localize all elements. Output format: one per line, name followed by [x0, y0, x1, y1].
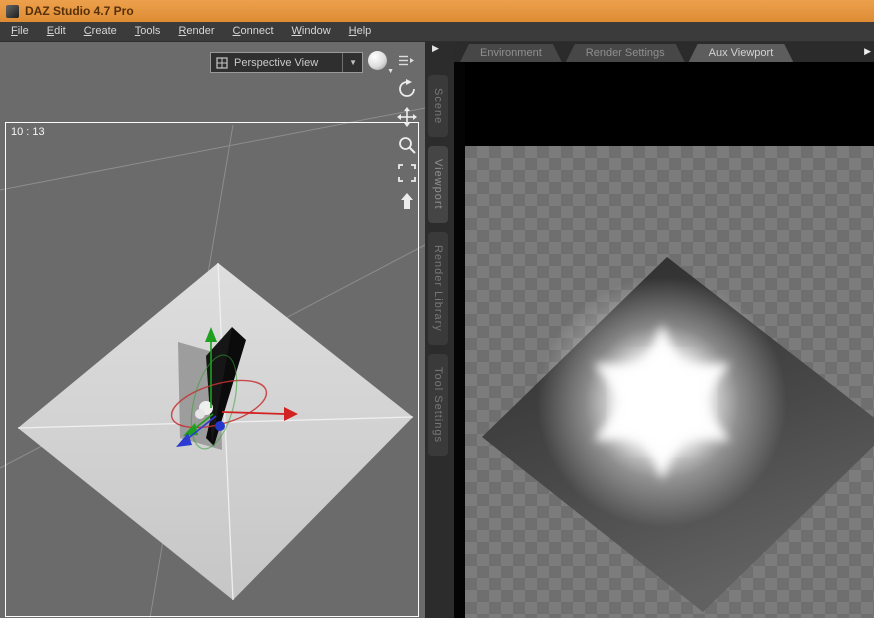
- aux-viewport-canvas[interactable]: [454, 62, 874, 618]
- side-tab-render-library[interactable]: Render Library: [428, 231, 448, 345]
- pan-icon: [397, 106, 417, 127]
- render-letterbox-left: [454, 62, 465, 618]
- menu-item-window[interactable]: Window: [283, 22, 340, 41]
- main-area: 10 : 13 Perspective View ▼ ▼ ▶ Scene Vie…: [0, 42, 874, 618]
- chevron-down-icon: ▼: [342, 53, 357, 72]
- menu-item-edit[interactable]: Edit: [38, 22, 75, 41]
- tab-render-settings[interactable]: Render Settings: [566, 44, 685, 62]
- grid-icon: [216, 56, 228, 69]
- menu-bar: File Edit Create Tools Render Connect Wi…: [0, 22, 874, 42]
- perspective-viewport-panel: 10 : 13 Perspective View ▼ ▼: [0, 42, 425, 618]
- zoom-icon: [399, 136, 416, 154]
- viewport-canvas[interactable]: [0, 42, 425, 618]
- draw-style-button[interactable]: ▼: [368, 50, 395, 75]
- app-window: DAZ Studio 4.7 Pro File Edit Create Tool…: [0, 0, 874, 618]
- frame-button[interactable]: [396, 162, 418, 183]
- menu-item-file[interactable]: File: [2, 22, 38, 41]
- window-title: DAZ Studio 4.7 Pro: [25, 4, 134, 18]
- side-tab-list: Scene Viewport Render Library Tool Setti…: [428, 75, 448, 456]
- pan-button[interactable]: [396, 106, 418, 127]
- viewport-tool-column: [396, 78, 418, 211]
- tab-overflow-arrow-icon[interactable]: ▶: [864, 46, 871, 57]
- menu-item-connect[interactable]: Connect: [224, 22, 283, 41]
- render-letterbox-top: [454, 62, 874, 146]
- collapse-arrow-icon[interactable]: ▶: [432, 43, 439, 54]
- right-dock-panel: Environment Render Settings Aux Viewport…: [454, 42, 874, 618]
- viewport-options-button[interactable]: [398, 54, 414, 72]
- camera-reset-icon: [401, 192, 413, 209]
- menu-item-tools[interactable]: Tools: [126, 22, 170, 41]
- side-tab-strip: ▶ Scene Viewport Render Library Tool Set…: [425, 42, 454, 618]
- menu-item-help[interactable]: Help: [340, 22, 381, 41]
- transparency-checkerboard: [465, 146, 874, 618]
- zoom-button[interactable]: [396, 134, 418, 155]
- shaded-sphere-icon: [368, 51, 387, 70]
- chevron-down-icon: ▼: [387, 68, 394, 75]
- app-icon: [6, 4, 19, 18]
- title-bar: DAZ Studio 4.7 Pro: [0, 0, 874, 22]
- orbit-button[interactable]: [396, 78, 418, 99]
- tab-aux-viewport[interactable]: Aux Viewport: [689, 44, 794, 62]
- pane-tab-bar: Environment Render Settings Aux Viewport…: [454, 42, 874, 62]
- camera-view-label: Perspective View: [234, 56, 319, 69]
- side-tab-scene[interactable]: Scene: [428, 75, 448, 138]
- orbit-icon: [399, 78, 415, 97]
- side-tab-viewport[interactable]: Viewport: [428, 146, 448, 223]
- frame-icon: [398, 163, 416, 182]
- camera-view-dropdown[interactable]: Perspective View ▼: [210, 52, 363, 73]
- viewport-counter: 10 : 13: [11, 126, 45, 138]
- viewport-options-icon: [399, 55, 414, 66]
- menu-item-render[interactable]: Render: [169, 22, 223, 41]
- tab-environment[interactable]: Environment: [460, 44, 562, 62]
- camera-reset-button[interactable]: [396, 190, 418, 211]
- side-tab-tool-settings[interactable]: Tool Settings: [428, 353, 448, 456]
- menu-item-create[interactable]: Create: [75, 22, 126, 41]
